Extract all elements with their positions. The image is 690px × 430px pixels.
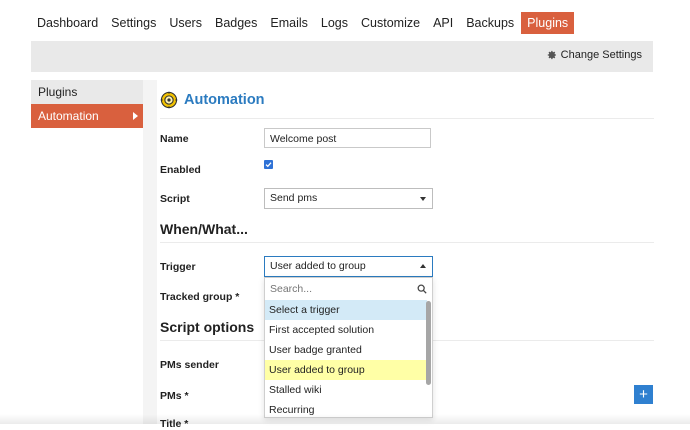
option-user-added-to-group[interactable]: User added to group (265, 360, 427, 380)
trigger-label: Trigger (160, 261, 196, 273)
page-title: Automation (184, 92, 265, 108)
section-divider (160, 242, 654, 243)
script-label: Script (160, 193, 190, 205)
bottom-shadow (0, 414, 690, 424)
tab-customize[interactable]: Customize (355, 12, 426, 34)
option-first-accepted-solution[interactable]: First accepted solution (265, 320, 427, 340)
trigger-select[interactable]: User added to group (264, 256, 433, 277)
option-select-a-trigger[interactable]: Select a trigger (265, 300, 427, 320)
dropdown-scrollbar[interactable] (426, 301, 431, 385)
plugins-side-nav: Plugins Automation (31, 80, 143, 128)
sidebar-item-label: Plugins (38, 85, 78, 99)
change-settings-label: Change Settings (560, 49, 642, 61)
dropdown-search-input[interactable] (265, 278, 410, 300)
tab-logs[interactable]: Logs (315, 12, 354, 34)
when-what-heading: When/What... (160, 221, 248, 237)
chevron-down-icon (420, 197, 426, 201)
admin-action-bar: Change Settings (31, 41, 653, 72)
option-user-badge-granted[interactable]: User badge granted (265, 340, 427, 360)
name-label: Name (160, 133, 189, 145)
gear-icon (547, 50, 556, 60)
dropdown-search (265, 278, 432, 300)
tab-badges[interactable]: Badges (209, 12, 263, 34)
sidebar-item-label: Automation (38, 109, 99, 123)
tab-settings[interactable]: Settings (105, 12, 162, 34)
tab-users[interactable]: Users (163, 12, 208, 34)
automation-gear-icon (160, 91, 178, 109)
admin-top-nav: Dashboard Settings Users Badges Emails L… (31, 12, 575, 34)
sidebar-item-plugins[interactable]: Plugins (31, 80, 143, 104)
pms-label: PMs * (160, 390, 189, 402)
heading-divider (160, 118, 654, 119)
tab-emails[interactable]: Emails (264, 12, 314, 34)
content-divider (143, 80, 157, 424)
page-heading: Automation (160, 91, 265, 109)
caret-right-icon (133, 112, 138, 120)
enabled-checkbox[interactable] (264, 160, 273, 169)
tab-dashboard[interactable]: Dashboard (31, 12, 104, 34)
sidebar-item-automation[interactable]: Automation (31, 104, 143, 128)
name-input[interactable]: Welcome post (264, 128, 431, 148)
trigger-dropdown: Select a trigger First accepted solution… (264, 277, 433, 418)
checkmark-icon (265, 162, 272, 168)
option-stalled-wiki[interactable]: Stalled wiki (265, 380, 427, 400)
tab-api[interactable]: API (427, 12, 459, 34)
tracked-group-label: Tracked group * (160, 291, 240, 303)
search-icon (417, 284, 427, 294)
change-settings-button[interactable]: Change Settings (547, 49, 642, 61)
pms-sender-label: PMs sender (160, 359, 219, 371)
add-button[interactable]: + (634, 385, 653, 404)
script-select-value: Send pms (270, 192, 318, 204)
dropdown-options: Select a trigger First accepted solution… (265, 300, 427, 417)
script-options-heading: Script options (160, 319, 255, 335)
tab-plugins[interactable]: Plugins (521, 12, 575, 34)
enabled-label: Enabled (160, 164, 201, 176)
chevron-up-icon (420, 264, 426, 268)
tab-backups[interactable]: Backups (460, 12, 520, 34)
trigger-select-value: User added to group (270, 260, 366, 272)
script-select[interactable]: Send pms (264, 188, 433, 209)
